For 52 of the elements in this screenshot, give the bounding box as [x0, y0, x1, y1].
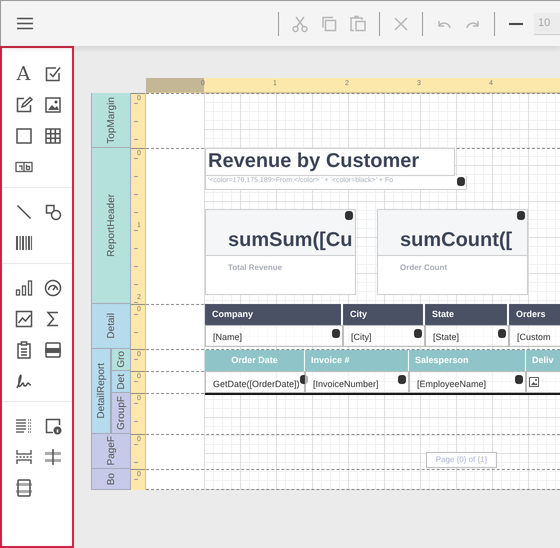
- field-expression: [Name]: [213, 331, 242, 342]
- band-label[interactable]: Gro: [111, 349, 131, 371]
- menu-icon[interactable]: [17, 17, 33, 30]
- summary-label: Order Count: [400, 263, 448, 272]
- clipboard-icon[interactable]: [14, 340, 32, 358]
- field-expression: [State]: [433, 331, 460, 342]
- report-title: Revenue by Customer: [205, 148, 455, 176]
- table-header-cell: Company: [205, 304, 343, 325]
- band-label[interactable]: ReportHeader: [91, 148, 131, 304]
- page-info-text: Page {0} of {1}: [426, 452, 497, 468]
- summary-value: sumSum([Cu: [228, 228, 352, 253]
- table-icon[interactable]: [44, 126, 62, 144]
- line-chart-icon[interactable]: [14, 310, 32, 328]
- pencil-box-icon[interactable]: [14, 96, 32, 114]
- field-expression: [City]: [351, 331, 372, 342]
- barcode-icon[interactable]: [14, 234, 32, 252]
- page-break-icon[interactable]: [14, 448, 32, 466]
- table-header-cell: City: [343, 304, 425, 325]
- square-icon[interactable]: [14, 126, 32, 144]
- cross-band-box-icon[interactable]: [14, 478, 32, 496]
- signature-icon[interactable]: [14, 372, 32, 390]
- checkbox-icon[interactable]: [44, 64, 62, 82]
- cross-band-line-icon[interactable]: [44, 448, 62, 466]
- group-header-cell: Deliv: [526, 350, 560, 371]
- bar-chart-icon[interactable]: [14, 278, 32, 296]
- band-label[interactable]: GroupF: [111, 393, 131, 434]
- letter-icon[interactable]: A: [16, 64, 30, 84]
- field-expression: [Custom: [517, 331, 551, 342]
- info-page-icon[interactable]: [44, 416, 62, 434]
- field-expression: [EmployeeName]: [417, 378, 486, 389]
- band-label[interactable]: TopMargin: [91, 93, 131, 148]
- gauge-icon[interactable]: [44, 278, 62, 296]
- band-label[interactable]: Detail: [91, 304, 131, 349]
- group-header-cell: Order Date: [205, 350, 305, 371]
- band-label[interactable]: DetailReport: [91, 349, 111, 434]
- picture-icon: [529, 377, 539, 387]
- table-header-cell: Orders: [509, 304, 560, 325]
- band-label[interactable]: PageF: [91, 434, 131, 469]
- ruler-margin: [146, 78, 204, 92]
- band-label[interactable]: Bo: [91, 469, 131, 490]
- list-icon[interactable]: [14, 416, 32, 434]
- group-header-cell: Invoice #: [305, 350, 409, 371]
- field-expression: GetDate([OrderDate]): [213, 378, 300, 389]
- picture-icon[interactable]: [44, 96, 62, 114]
- band-label[interactable]: Det: [111, 371, 131, 393]
- line-icon[interactable]: [14, 202, 32, 220]
- shapes-icon[interactable]: [44, 202, 62, 220]
- table-header-cell: State: [425, 304, 509, 325]
- summary-label: Total Revenue: [228, 263, 282, 272]
- summary-value: sumCount([: [400, 228, 512, 253]
- group-header-cell: Salesperson: [409, 350, 526, 371]
- field-expression: [InvoiceNumber]: [313, 378, 379, 389]
